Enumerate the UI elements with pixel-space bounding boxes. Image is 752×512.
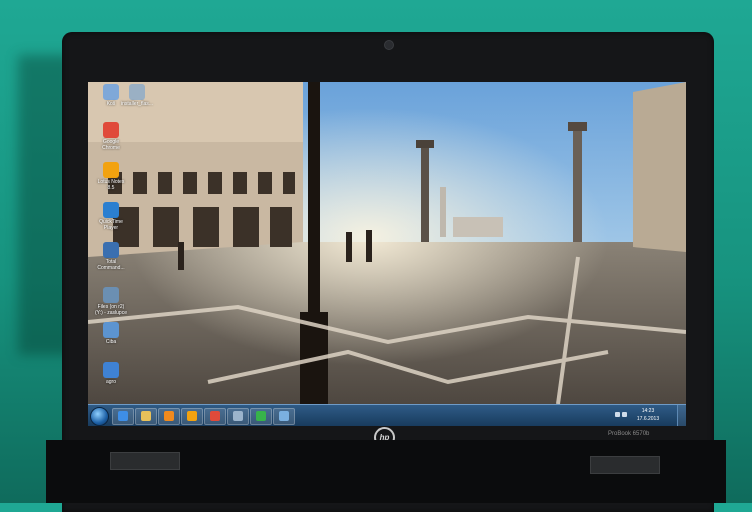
chrome-icon bbox=[103, 122, 119, 138]
taskbar-button[interactable] bbox=[273, 408, 295, 425]
desktop-icon[interactable]: installer_flas... bbox=[120, 84, 154, 107]
desktop-icon-label: Google Chrome bbox=[102, 139, 120, 151]
folder-icon bbox=[103, 322, 119, 338]
desktop-icon[interactable]: agro bbox=[94, 362, 128, 385]
desktop-icon-label: Lotus Notes 8.5 bbox=[97, 179, 125, 191]
desktop-icon[interactable]: Google Chrome bbox=[94, 122, 128, 151]
desktop-icon[interactable]: QuickTime Player bbox=[94, 202, 128, 231]
taskbar: 14:23 17.6.2013 bbox=[88, 404, 686, 426]
show-desktop-button[interactable] bbox=[677, 405, 686, 426]
clock-date: 17.6.2013 bbox=[636, 416, 660, 422]
installer-icon bbox=[129, 84, 145, 100]
spotify-icon bbox=[256, 411, 266, 421]
tray-network-icon[interactable] bbox=[622, 412, 627, 417]
taskbar-button[interactable] bbox=[181, 408, 203, 425]
desktop-icon[interactable]: Files (on r2) (Y:) - zaslupce bbox=[94, 287, 128, 316]
taskbar-button[interactable] bbox=[135, 408, 157, 425]
desktop-wallpaper bbox=[88, 82, 686, 404]
total-commander-icon bbox=[103, 242, 119, 258]
webcam-icon bbox=[384, 40, 394, 50]
desktop-icon[interactable]: Total Command... bbox=[94, 242, 128, 271]
quicktime-icon bbox=[103, 202, 119, 218]
windows-orb-icon[interactable] bbox=[90, 407, 109, 426]
snipping-tool-icon bbox=[279, 411, 289, 421]
internet-explorer-icon bbox=[118, 411, 128, 421]
clock-time: 14:23 bbox=[641, 408, 655, 414]
desktop-icon-label: installer_flas... bbox=[121, 101, 153, 107]
taskbar-clock[interactable]: 14:23 17.6.2013 bbox=[630, 407, 666, 423]
desktop-icon-label: Total Command... bbox=[97, 259, 125, 271]
desktop-icon[interactable]: Lotus Notes 8.5 bbox=[94, 162, 128, 191]
desktop-icon-label: Files (on r2) (Y:) - zaslupce bbox=[95, 304, 127, 316]
taskbar-button[interactable] bbox=[112, 408, 134, 425]
taskbar-button[interactable] bbox=[227, 408, 249, 425]
chrome-icon bbox=[210, 411, 220, 421]
desktop-icon-label: Ciba bbox=[105, 339, 117, 345]
model-label: ProBook 6570b bbox=[608, 431, 650, 437]
taskbar-button[interactable] bbox=[158, 408, 180, 425]
lotus-notes-icon bbox=[187, 411, 197, 421]
desktop-icons: Koš installer_flas... Google Chrome Lotus N… bbox=[88, 82, 153, 404]
network-icon bbox=[233, 411, 243, 421]
desktop-icon-label: agro bbox=[105, 379, 116, 385]
desktop-icon[interactable]: Ciba bbox=[94, 322, 128, 345]
computer-icon bbox=[103, 362, 119, 378]
media-player-icon bbox=[164, 411, 174, 421]
taskbar-button[interactable] bbox=[250, 408, 272, 425]
tray-flag-icon[interactable] bbox=[615, 412, 620, 417]
recycle-bin-icon bbox=[103, 84, 119, 100]
screen: Koš installer_flas... Google Chrome Lotus N… bbox=[88, 82, 686, 426]
desktop-icon-label: QuickTime Player bbox=[99, 219, 123, 231]
windows-explorer-icon bbox=[141, 411, 151, 421]
hinge-right bbox=[590, 456, 660, 474]
taskbar-button[interactable] bbox=[204, 408, 226, 425]
lotus-notes-icon bbox=[103, 162, 119, 178]
hinge-left bbox=[110, 452, 180, 470]
network-drive-icon bbox=[103, 287, 119, 303]
